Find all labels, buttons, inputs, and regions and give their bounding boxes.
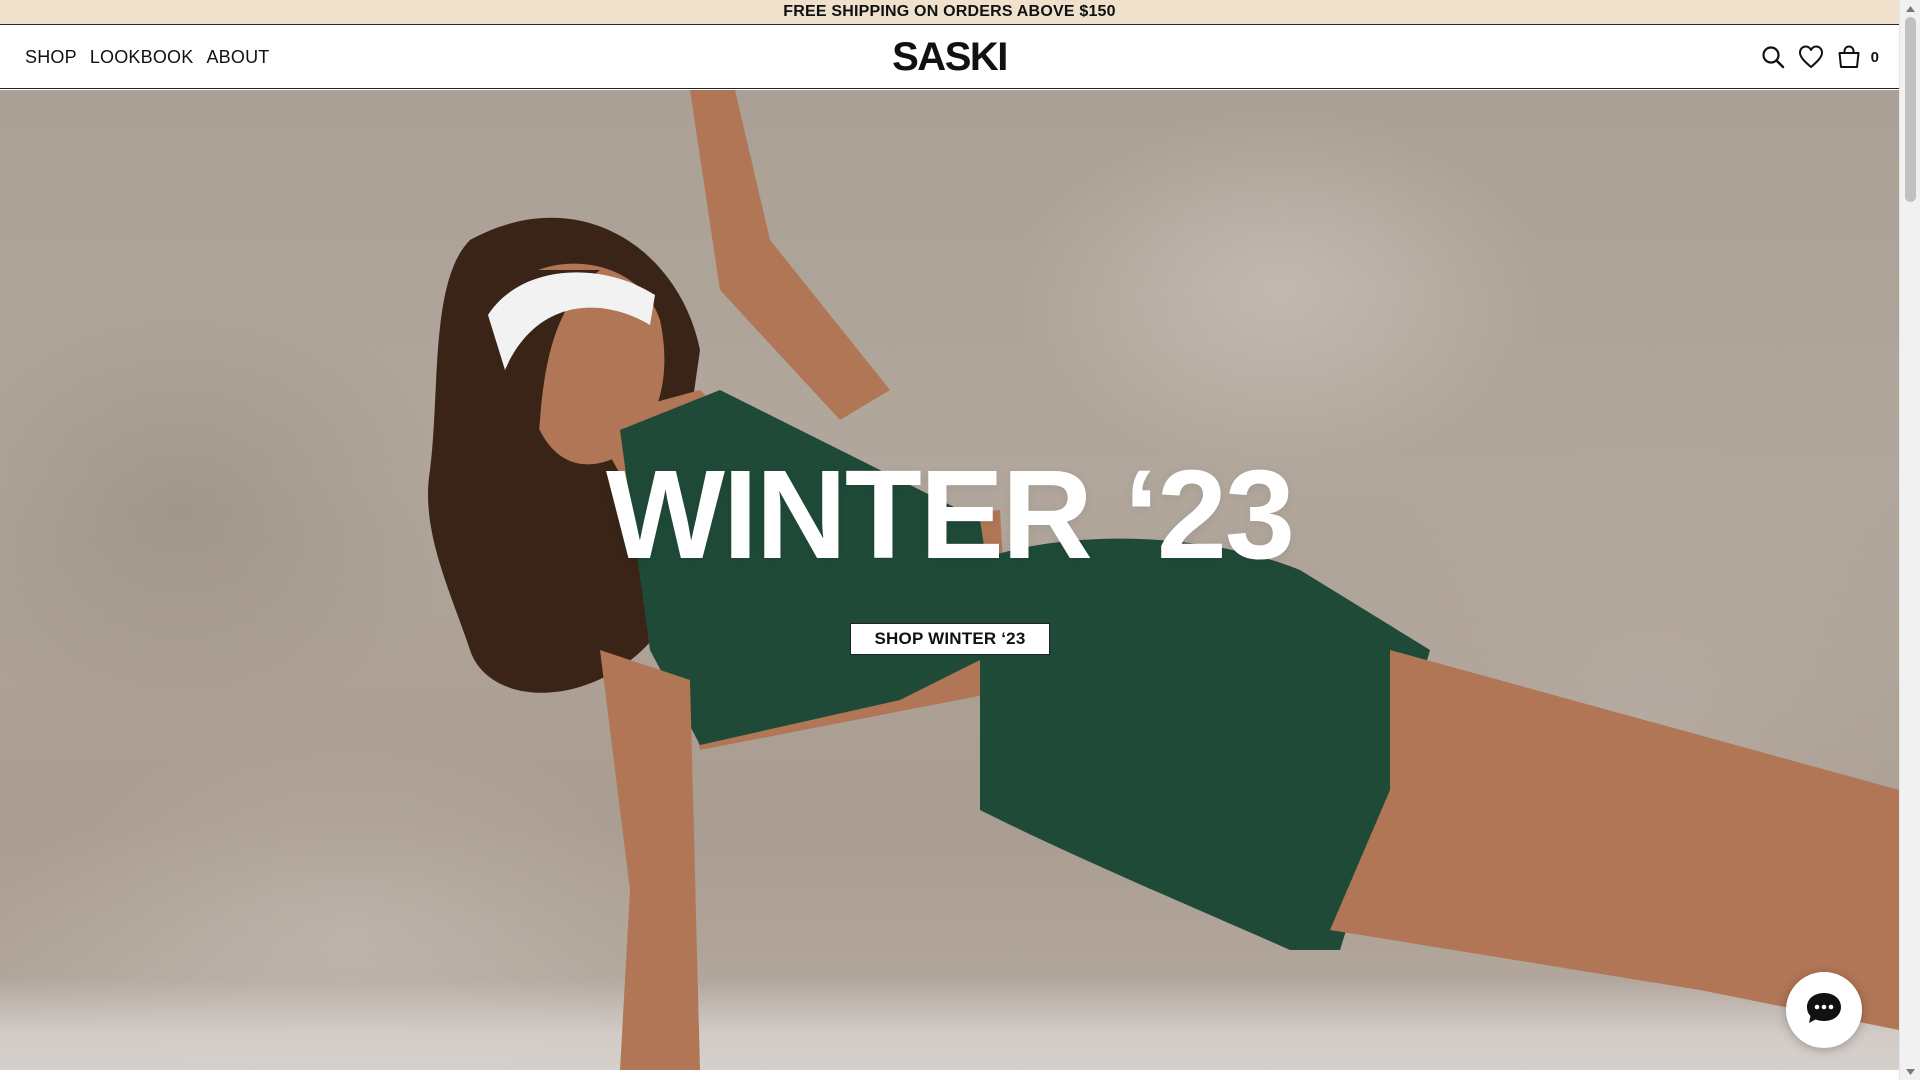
scroll-down-arrow-icon[interactable] [1900,1063,1920,1080]
site-logo[interactable]: SASKI [850,25,1050,89]
shop-winter-button[interactable]: SHOP WINTER ‘23 [850,623,1050,655]
announcement-bar: FREE SHIPPING ON ORDERS ABOVE $150 [0,0,1899,25]
nav-about[interactable]: ABOUT [206,47,269,68]
nav-lookbook[interactable]: LOOKBOOK [90,47,194,68]
bag-icon[interactable] [1835,43,1863,71]
heart-icon[interactable] [1797,43,1825,71]
hero-title: WINTER ‘23 [605,444,1295,585]
chat-launcher-button[interactable] [1786,972,1862,1048]
cart-count[interactable]: 0 [1871,49,1879,66]
header-actions: 0 [1759,25,1879,89]
main-nav: SHOP LOOKBOOK ABOUT [25,25,269,89]
search-icon[interactable] [1759,43,1787,71]
page: FREE SHIPPING ON ORDERS ABOVE $150 SHOP … [0,0,1920,1080]
nav-shop[interactable]: SHOP [25,47,77,68]
chat-bubble-icon [1805,991,1843,1030]
scrollbar-thumb[interactable] [1905,17,1916,202]
site-header: SHOP LOOKBOOK ABOUT SASKI 0 [0,25,1899,89]
scroll-up-arrow-icon[interactable] [1900,0,1920,17]
page-scrollbar[interactable] [1899,0,1920,1080]
hero-banner[interactable]: WINTER ‘23 SHOP WINTER ‘23 [0,90,1899,1070]
announcement-text: FREE SHIPPING ON ORDERS ABOVE $150 [783,3,1116,20]
